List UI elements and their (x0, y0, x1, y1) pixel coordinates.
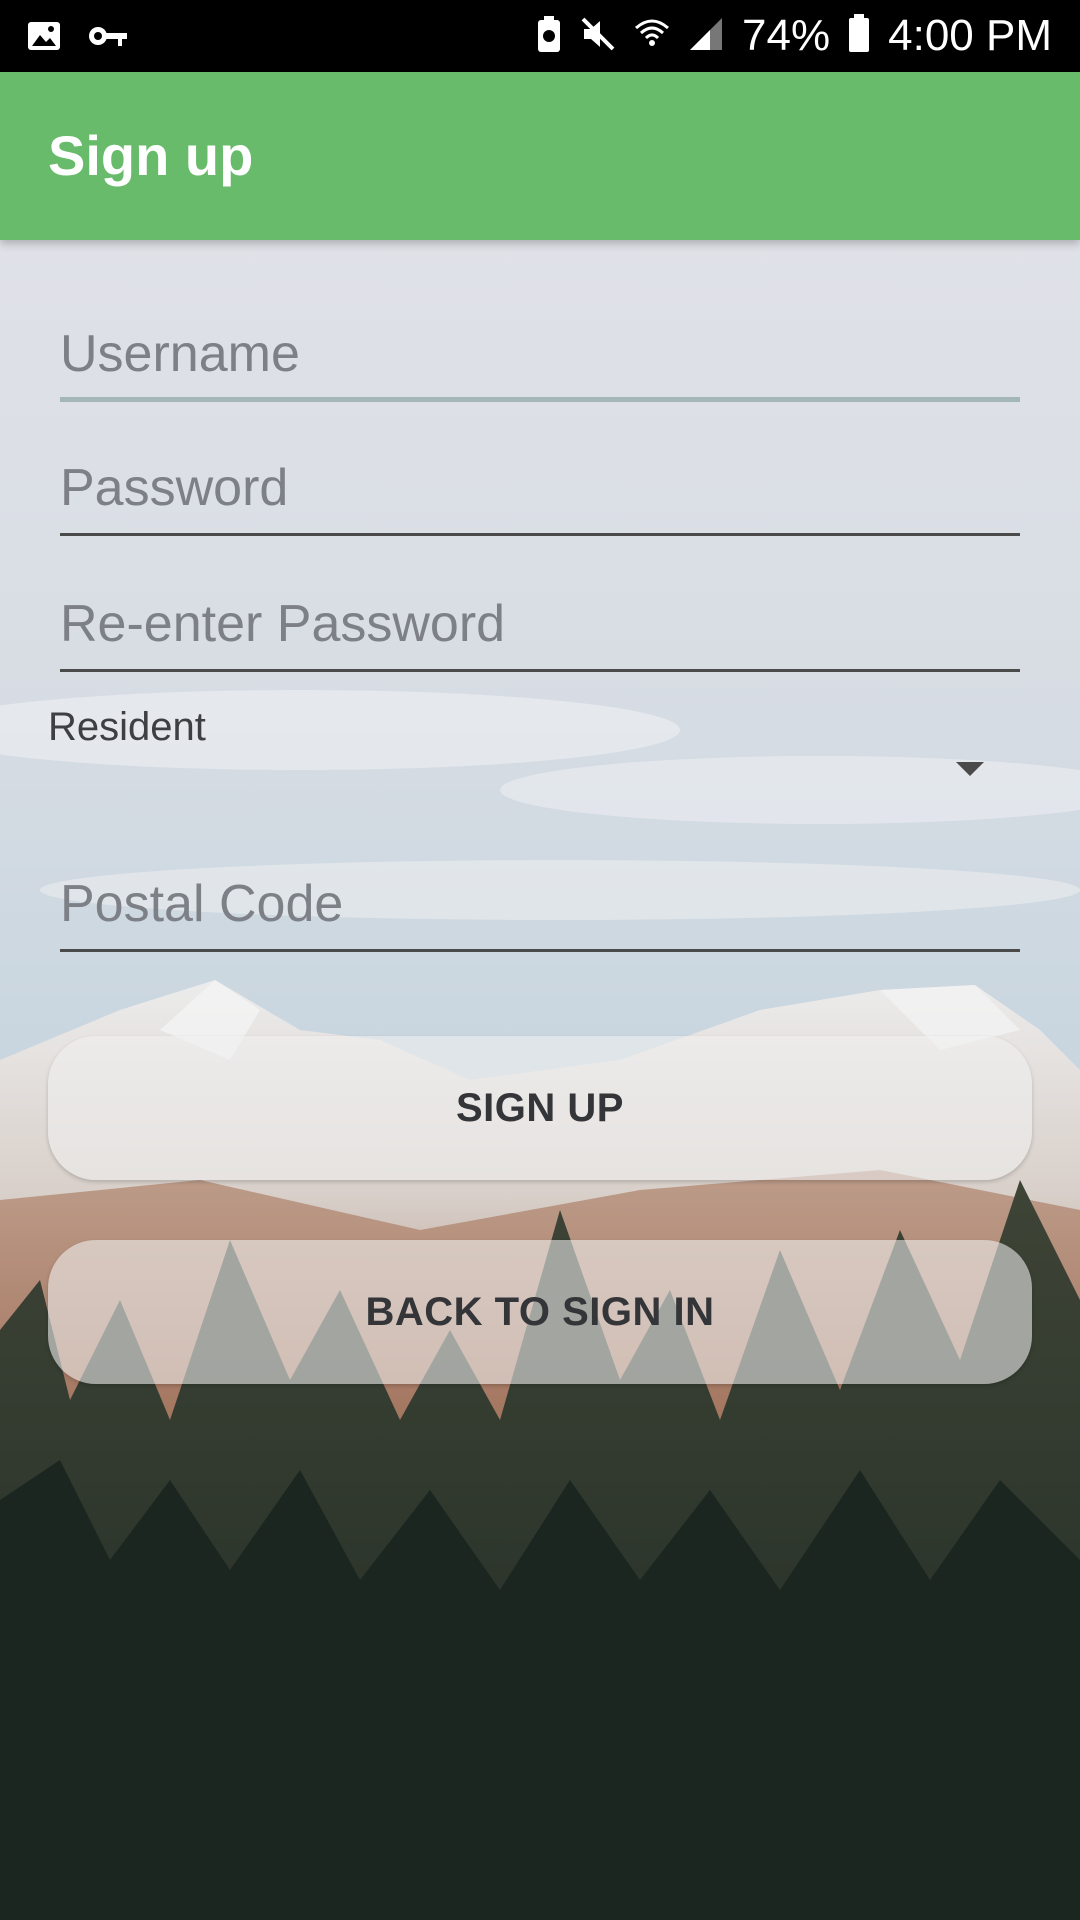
postal-code-field[interactable]: Postal Code (60, 852, 1020, 952)
battery-percent: 74% (742, 11, 831, 60)
username-underline (60, 397, 1020, 402)
battery-saver-icon (536, 14, 562, 59)
username-field[interactable]: Username (60, 302, 1020, 402)
battery-icon (848, 13, 870, 59)
signal-icon (688, 16, 724, 57)
key-icon (88, 24, 128, 53)
mute-icon (580, 16, 616, 57)
background-landscape (0, 0, 1080, 1920)
dropdown-arrow-icon (956, 762, 984, 776)
sign-up-button[interactable]: SIGN UP (48, 1036, 1032, 1180)
reenter-password-placeholder: Re-enter Password (60, 595, 506, 653)
back-to-sign-in-button[interactable]: BACK TO SIGN IN (48, 1240, 1032, 1384)
clock: 4:00 PM (888, 11, 1052, 60)
image-icon (26, 18, 62, 59)
password-placeholder: Password (60, 459, 289, 517)
postal-code-placeholder: Postal Code (60, 875, 344, 933)
password-underline (60, 533, 1020, 536)
reenter-password-underline (60, 669, 1020, 672)
wifi-icon (634, 16, 670, 57)
status-bar: 74% 4:00 PM (0, 0, 1080, 72)
resident-dropdown[interactable] (40, 740, 1000, 806)
password-field[interactable]: Password (60, 436, 1020, 536)
reenter-password-field[interactable]: Re-enter Password (60, 572, 1020, 672)
postal-code-underline (60, 949, 1020, 952)
app-bar: Sign up (0, 72, 1080, 240)
username-placeholder: Username (60, 325, 300, 383)
page-title: Sign up (48, 124, 254, 187)
